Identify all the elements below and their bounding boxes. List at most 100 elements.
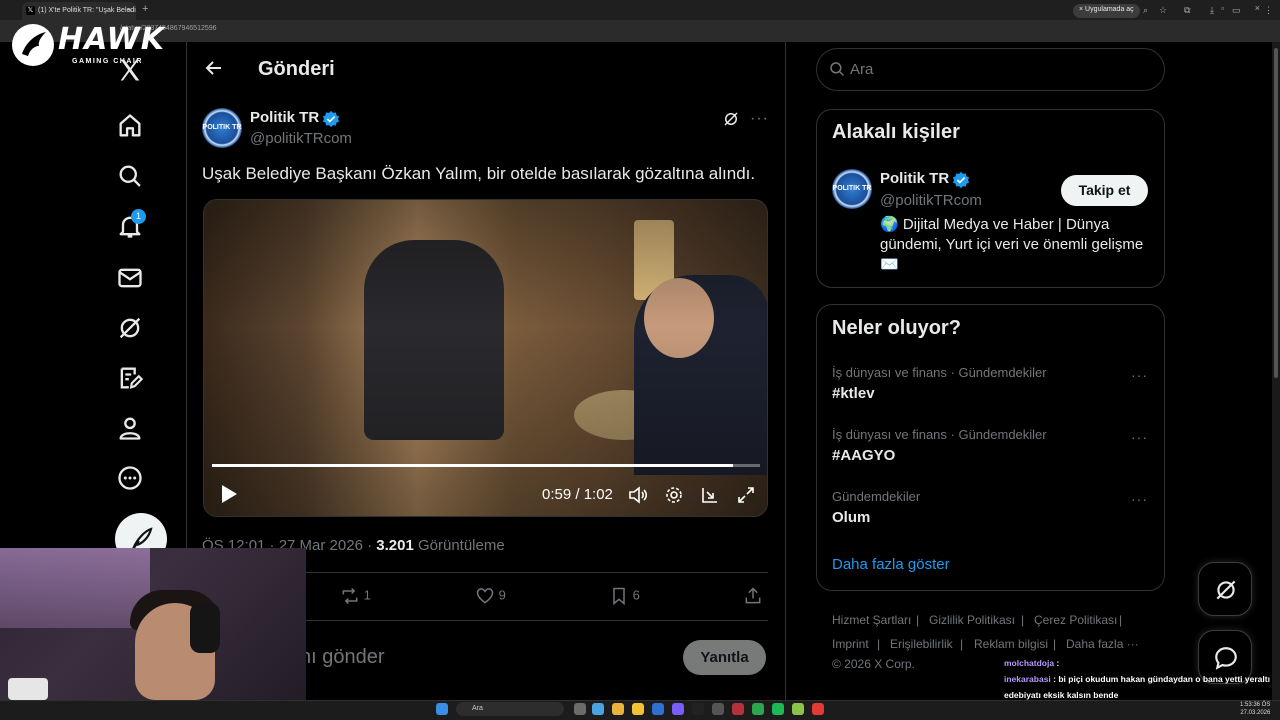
scrollbar-thumb[interactable]: [1274, 48, 1278, 378]
x-favicon-icon: 𝕏: [26, 6, 35, 15]
download-icon[interactable]: ⤓: [1210, 5, 1214, 16]
bookmark-star-icon[interactable]: ☆: [1159, 5, 1167, 16]
trend-category: Gündemdekiler: [832, 489, 921, 504]
whatsapp-icon[interactable]: [752, 703, 764, 715]
hawk-logo-word: HAWK: [58, 22, 166, 57]
browser-menu-icon[interactable]: ⋮: [1264, 5, 1273, 16]
grok-icon[interactable]: [116, 314, 144, 342]
share-icon: [745, 587, 761, 604]
new-tab-button[interactable]: +: [142, 3, 148, 15]
play-icon[interactable]: [220, 484, 238, 504]
related-bio: 🌍 Dijital Medya ve Haber | Dünya gündemi…: [880, 216, 1144, 273]
profile-icon[interactable]: [116, 414, 144, 442]
chat-username: inekarabasi: [1004, 674, 1051, 684]
spotify-icon[interactable]: [772, 703, 784, 715]
footer-link-terms[interactable]: Hizmet Şartları: [832, 613, 911, 627]
picture-in-picture-icon[interactable]: [700, 485, 720, 505]
video-progress-bar[interactable]: [212, 464, 760, 467]
post-text: Uşak Belediye Başkanı Özkan Yalım, bir o…: [202, 164, 756, 183]
post-more-icon[interactable]: ···: [750, 110, 769, 128]
author-handle[interactable]: @politikTRcom: [250, 130, 352, 147]
zoom-icon[interactable]: ⌕: [1143, 5, 1148, 16]
edge-icon[interactable]: [592, 703, 604, 715]
x-logo-icon[interactable]: [116, 56, 144, 84]
task-view-icon[interactable]: [574, 703, 586, 715]
show-more-link[interactable]: Daha fazla göster: [832, 556, 950, 573]
reply-input[interactable]: nı gönder: [300, 646, 385, 669]
webcam-backlight: [0, 548, 150, 628]
follow-button[interactable]: Takip et: [1061, 175, 1148, 206]
footer-copyright: © 2026 X Corp.: [832, 657, 915, 671]
open-in-app-button[interactable]: × Uygulamada aç: [1073, 4, 1140, 18]
related-name[interactable]: Politik TR: [880, 170, 949, 187]
author-avatar[interactable]: POLITIK TR: [202, 108, 242, 148]
reply-button[interactable]: Yanıtla: [683, 640, 766, 675]
window-controls[interactable]: – ▫ ×: [1186, 3, 1274, 13]
explore-search-icon[interactable]: [116, 162, 144, 190]
chrome-icon[interactable]: [612, 703, 624, 715]
retweet-button[interactable]: 1: [340, 586, 371, 606]
browser-tab-title: (1) X'te Politik TR: "Uşak Beledi: [38, 7, 136, 14]
clock-time: 1:53:36 ÖS: [1240, 702, 1271, 708]
app-icon[interactable]: [732, 703, 744, 715]
footer-link-imprint[interactable]: Imprint: [832, 637, 869, 651]
app-icon[interactable]: [792, 703, 804, 715]
footer-separator: |: [916, 613, 920, 627]
like-button[interactable]: 9: [475, 586, 506, 606]
extensions-icon[interactable]: ⧉: [1184, 5, 1190, 16]
more-options-icon[interactable]: [116, 464, 144, 492]
sidebar-icon[interactable]: ▭: [1232, 5, 1241, 16]
app-icon[interactable]: [812, 703, 824, 715]
views-label: Görüntüleme: [413, 537, 505, 554]
footer-link-ads-info[interactable]: Reklam bilgisi: [974, 637, 1048, 651]
heart-icon: [476, 588, 494, 604]
outlook-icon[interactable]: [652, 703, 664, 715]
clock-date: 27.03.2026: [1240, 710, 1271, 716]
fullscreen-icon[interactable]: [736, 485, 756, 505]
trend-item-ktlev[interactable]: #ktlev: [832, 385, 875, 402]
start-menu-icon[interactable]: [436, 703, 448, 715]
webcam-overlay: [0, 548, 306, 700]
related-avatar[interactable]: POLITIK TR: [832, 169, 872, 209]
share-button[interactable]: [743, 586, 763, 606]
footer-link-cookies[interactable]: Çerez Politikası: [1034, 613, 1117, 627]
grok-fab-button[interactable]: [1198, 562, 1252, 616]
trend-item-aagyo[interactable]: #AAGYO: [832, 447, 895, 464]
webcam-tissue-roll: [8, 678, 48, 700]
notification-count-badge: 1: [131, 209, 146, 224]
search-placeholder: Ara: [850, 61, 874, 78]
chat-username: molchatdoja: [1004, 658, 1055, 668]
search-icon: [830, 62, 844, 76]
taskbar-search[interactable]: Ara: [456, 702, 564, 716]
volume-icon[interactable]: [628, 485, 648, 505]
trend-more-icon[interactable]: ···: [1131, 491, 1148, 507]
video-frame-shade: [204, 200, 767, 516]
discord-icon[interactable]: [672, 703, 684, 715]
grok-explain-icon[interactable]: [722, 110, 740, 128]
messages-envelope-icon[interactable]: [116, 264, 144, 292]
page-title: Gönderi: [258, 58, 335, 80]
trend-more-icon[interactable]: ···: [1131, 367, 1148, 383]
settings-gear-icon[interactable]: [664, 485, 684, 505]
post-video[interactable]: 0:59 / 1:02: [203, 199, 768, 517]
taskbar-clock[interactable]: 1:53:36 ÖS 27.03.2026: [1240, 701, 1270, 717]
obs-icon[interactable]: [712, 703, 724, 715]
grok-icon: [1216, 580, 1236, 600]
steam-icon[interactable]: [692, 703, 704, 715]
verified-badge-icon: [952, 171, 970, 189]
open-in-app-label: Uygulamada aç: [1085, 6, 1134, 13]
back-arrow-icon[interactable]: [204, 58, 224, 78]
trend-item-olum[interactable]: Olum: [832, 509, 870, 526]
lists-icon[interactable]: [116, 364, 144, 392]
tab-close-icon[interactable]: ×: [127, 6, 132, 15]
related-handle[interactable]: @politikTRcom: [880, 192, 982, 209]
home-icon[interactable]: [116, 112, 144, 140]
footer-link-privacy[interactable]: Gizlilik Politikası: [929, 613, 1015, 627]
bookmark-button[interactable]: 6: [609, 586, 640, 606]
browser-tab[interactable]: 𝕏 (1) X'te Politik TR: "Uşak Beledi ×: [22, 2, 136, 20]
trend-more-icon[interactable]: ···: [1131, 429, 1148, 445]
file-explorer-icon[interactable]: [632, 703, 644, 715]
author-name[interactable]: Politik TR: [250, 109, 319, 126]
footer-link-more[interactable]: Daha fazla ···: [1066, 637, 1139, 651]
footer-link-accessibility[interactable]: Erişilebilirlik: [890, 637, 953, 651]
